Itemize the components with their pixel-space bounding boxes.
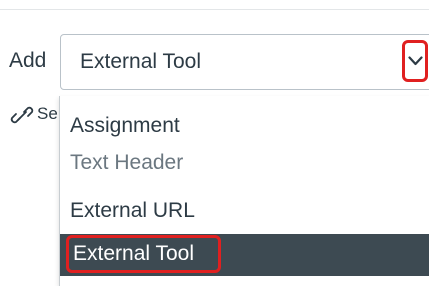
chevron-down-icon [407, 56, 423, 66]
select-arrow-button[interactable] [402, 40, 428, 82]
option-external-tool-label: External Tool [73, 242, 195, 265]
highlight-outline: External Tool [66, 235, 221, 273]
top-divider [0, 9, 429, 10]
option-text-header[interactable]: Text Header [60, 151, 429, 177]
select-value: External Tool [80, 50, 202, 73]
option-external-url[interactable]: External URL [60, 199, 429, 223]
partially-hidden-text: Se [37, 104, 58, 123]
add-item-type-select[interactable]: External Tool [60, 34, 429, 90]
option-external-tool[interactable]: External Tool [60, 234, 429, 276]
link-icon [10, 106, 34, 124]
add-label: Add [9, 49, 47, 72]
option-assignment[interactable]: Assignment [60, 114, 429, 140]
select-options-list: Assignment Text Header External URL Exte… [59, 96, 429, 286]
